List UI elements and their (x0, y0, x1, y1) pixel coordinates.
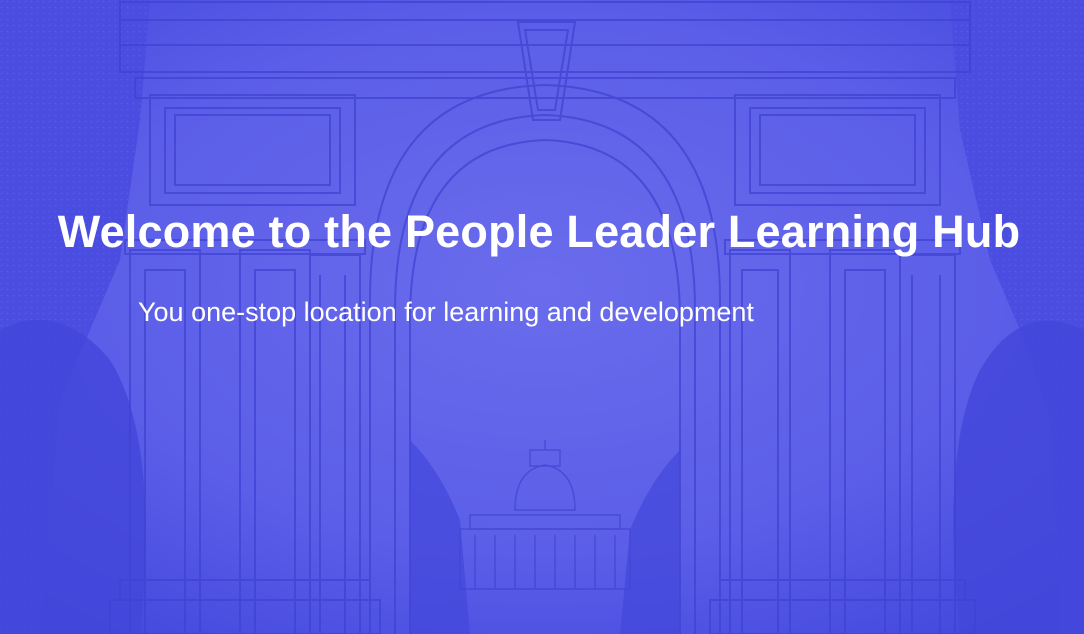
hero-banner: Welcome to the People Leader Learning Hu… (0, 0, 1084, 634)
page-subtitle: You one-stop location for learning and d… (138, 297, 754, 327)
page-title: Welcome to the People Leader Learning Hu… (57, 206, 1021, 257)
